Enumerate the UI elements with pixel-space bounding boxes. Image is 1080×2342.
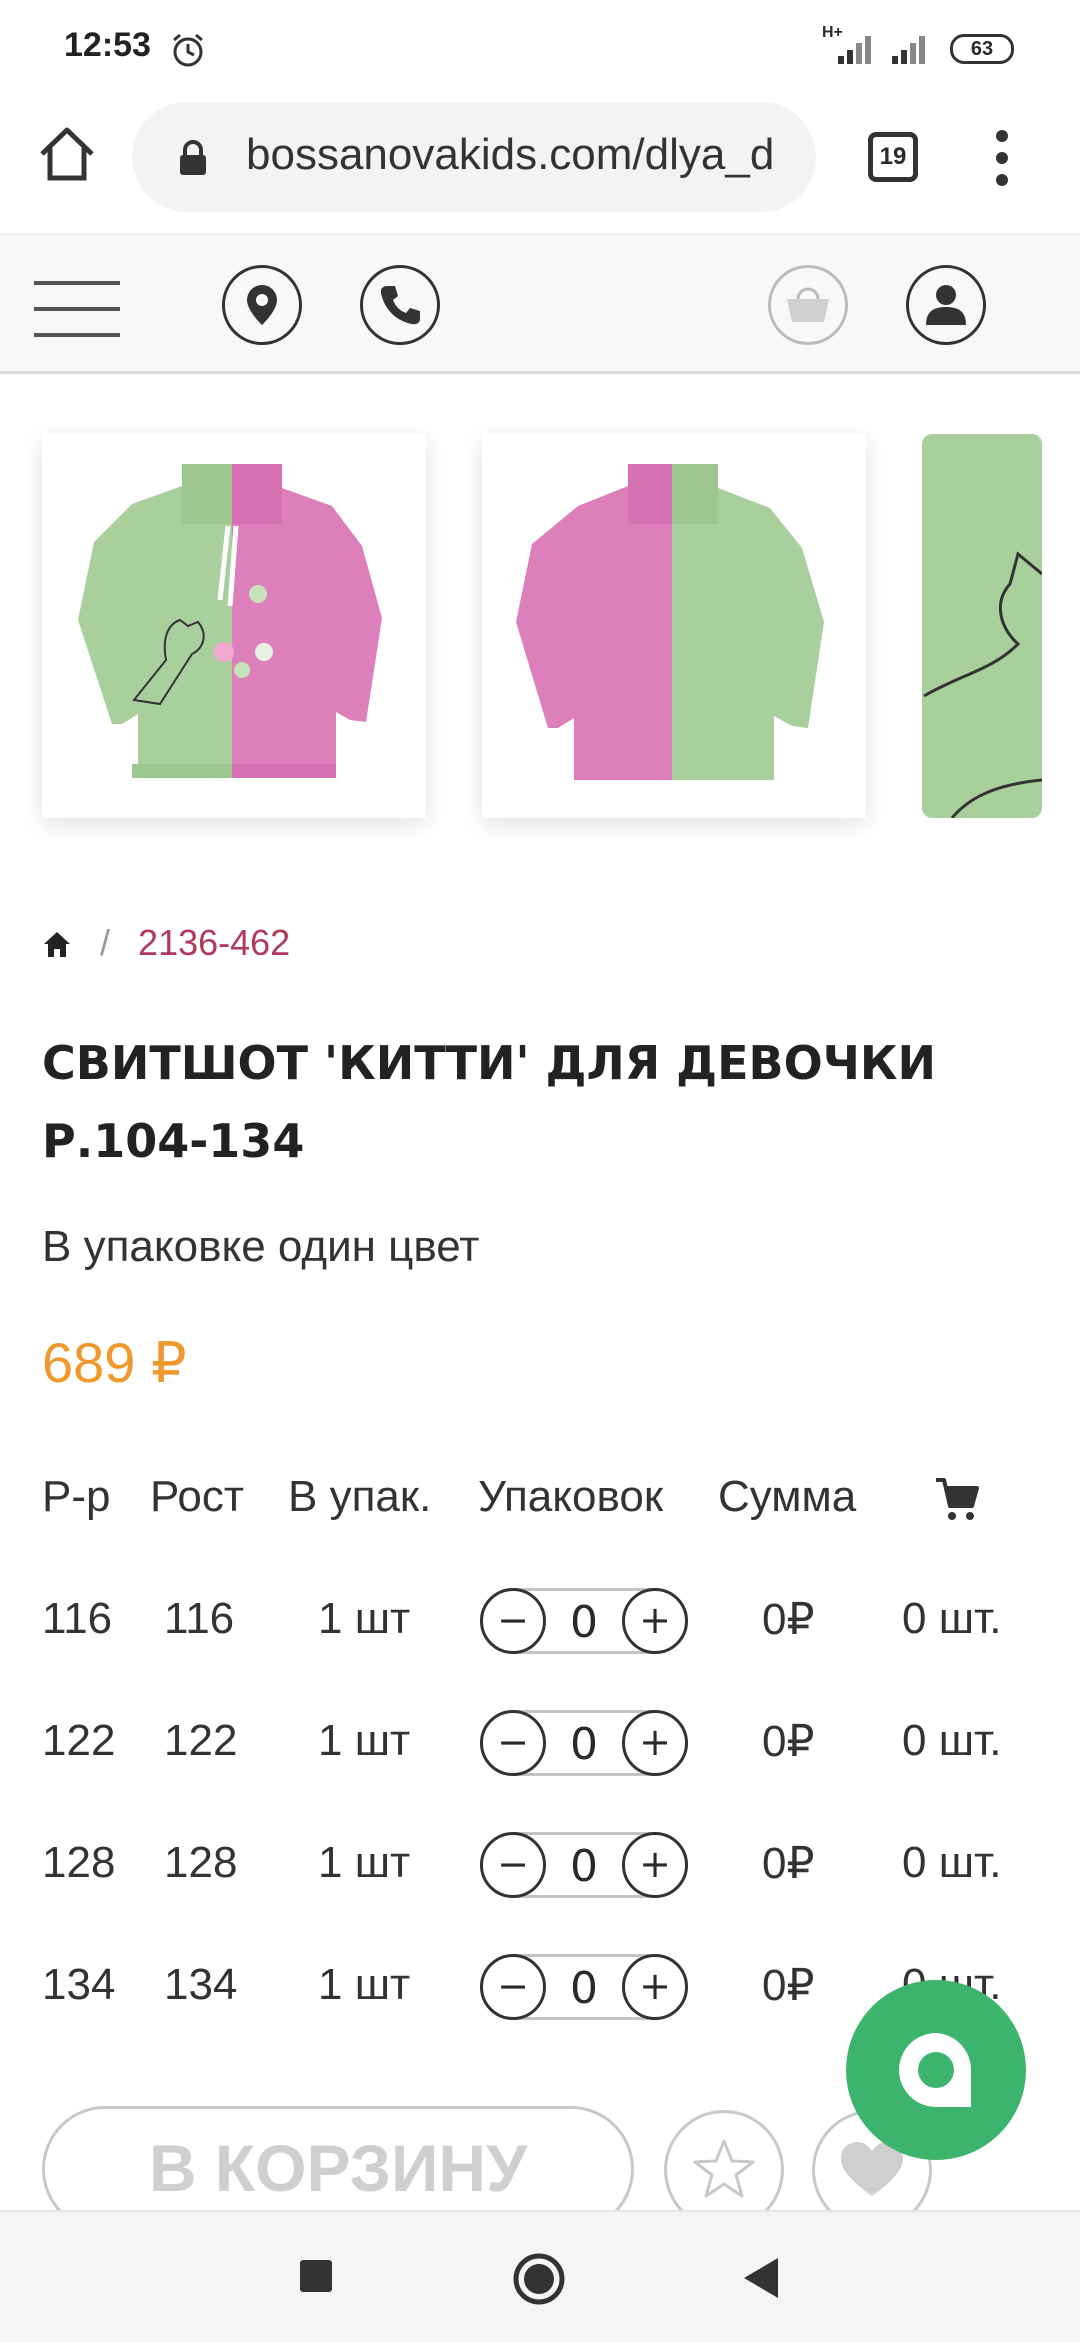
row-pack: 1 шт bbox=[318, 1716, 411, 1765]
row-count: 0 шт. bbox=[902, 1594, 1002, 1643]
signal-icon-2 bbox=[892, 36, 925, 64]
quantity-value[interactable]: 0 bbox=[549, 1719, 619, 1770]
status-time: 12:53 bbox=[64, 26, 151, 64]
row-sum: 0₽ bbox=[762, 1595, 815, 1644]
row-count: 0 шт. bbox=[902, 1838, 1002, 1887]
sweatshirt-back-image bbox=[516, 464, 824, 780]
row-count: 0 шт. bbox=[902, 1716, 1002, 1765]
home-icon[interactable] bbox=[34, 122, 100, 188]
url-bar[interactable]: bossanovakids.com/dlya_d bbox=[132, 102, 816, 212]
quantity-value[interactable]: 0 bbox=[549, 1597, 619, 1648]
row-pack: 1 шт bbox=[318, 1594, 411, 1643]
back-icon[interactable] bbox=[740, 2254, 780, 2302]
recents-icon[interactable] bbox=[296, 2256, 336, 2296]
row-size: 122 bbox=[42, 1716, 116, 1765]
account-button[interactable] bbox=[906, 265, 986, 345]
cart-icon bbox=[936, 1478, 979, 1520]
hamburger-menu-icon[interactable] bbox=[34, 281, 120, 337]
breadcrumb: / 2136-462 bbox=[42, 922, 290, 978]
battery-indicator: 63 bbox=[950, 34, 1014, 64]
row-height: 134 bbox=[164, 1960, 238, 2009]
user-icon bbox=[926, 285, 966, 325]
product-image-front[interactable] bbox=[42, 434, 426, 818]
product-image-detail[interactable] bbox=[922, 434, 1042, 818]
row-size: 134 bbox=[42, 1960, 116, 2009]
row-height: 128 bbox=[164, 1838, 238, 1887]
row-size: 128 bbox=[42, 1838, 116, 1887]
location-pin-icon bbox=[247, 285, 277, 325]
product-title: СВИТШОТ 'КИТТИ' ДЛЯ ДЕВОЧКИ Р.104-134 bbox=[42, 1036, 936, 1168]
increment-button[interactable]: + bbox=[622, 1710, 688, 1776]
shopping-basket-icon bbox=[787, 287, 829, 322]
system-nav-bar bbox=[0, 2210, 1080, 2342]
sweatshirt-front-image bbox=[78, 464, 382, 778]
product-price: 689 ₽ bbox=[42, 1331, 187, 1394]
row-sum: 0₽ bbox=[762, 1717, 815, 1766]
home-icon[interactable] bbox=[42, 929, 72, 959]
column-header-height: Рост bbox=[150, 1472, 245, 1521]
row-pack: 1 шт bbox=[318, 1838, 411, 1887]
location-button[interactable] bbox=[222, 265, 302, 345]
status-bar: 12:53 H+ 63 bbox=[0, 0, 1080, 96]
column-header-sum: Сумма bbox=[718, 1472, 857, 1521]
decrement-button[interactable]: − bbox=[480, 1710, 546, 1776]
row-height: 122 bbox=[164, 1716, 238, 1765]
column-header-packages: Упаковок bbox=[478, 1472, 664, 1521]
column-header-pack: В упак. bbox=[288, 1472, 432, 1521]
quantity-stepper: − 0 + bbox=[480, 1954, 688, 2020]
quantity-stepper: − 0 + bbox=[480, 1588, 688, 1654]
row-size: 116 bbox=[42, 1594, 113, 1643]
alarm-icon bbox=[173, 33, 203, 67]
breadcrumb-product-code[interactable]: 2136-462 bbox=[138, 922, 290, 963]
increment-button[interactable]: + bbox=[622, 1588, 688, 1654]
chat-button[interactable] bbox=[846, 1980, 1026, 2160]
cart-button[interactable] bbox=[768, 265, 848, 345]
row-pack: 1 шт bbox=[318, 1960, 411, 2009]
row-sum: 0₽ bbox=[762, 1839, 815, 1888]
site-header bbox=[0, 234, 1080, 374]
increment-button[interactable]: + bbox=[622, 1954, 688, 2020]
quantity-stepper: − 0 + bbox=[480, 1832, 688, 1898]
decrement-button[interactable]: − bbox=[480, 1954, 546, 2020]
product-gallery[interactable] bbox=[0, 400, 1080, 880]
product-image-back[interactable] bbox=[482, 434, 866, 818]
increment-button[interactable]: + bbox=[622, 1832, 688, 1898]
quantity-value[interactable]: 0 bbox=[549, 1963, 619, 2014]
home-nav-icon[interactable] bbox=[512, 2252, 566, 2306]
more-menu-icon[interactable] bbox=[994, 128, 1010, 188]
browser-toolbar: bossanovakids.com/dlya_d 19 bbox=[0, 96, 1080, 234]
product-subtitle: В упаковке один цвет bbox=[42, 1222, 480, 1271]
phone-button[interactable] bbox=[360, 265, 440, 345]
quantity-stepper: − 0 + bbox=[480, 1710, 688, 1776]
signal-icon bbox=[838, 36, 871, 64]
lock-icon bbox=[180, 140, 206, 175]
chat-bubble-icon bbox=[899, 2033, 972, 2107]
quantity-value[interactable]: 0 bbox=[549, 1841, 619, 1892]
decrement-button[interactable]: − bbox=[480, 1832, 546, 1898]
sweatshirt-detail-image bbox=[923, 551, 1042, 818]
url-text[interactable]: bossanovakids.com/dlya_d bbox=[246, 130, 802, 180]
row-height: 116 bbox=[164, 1594, 235, 1643]
tab-switcher-button[interactable]: 19 bbox=[868, 132, 918, 182]
phone-icon bbox=[380, 286, 420, 325]
column-header-size: Р-р bbox=[42, 1472, 111, 1521]
row-sum: 0₽ bbox=[762, 1961, 815, 2010]
star-icon bbox=[693, 2139, 755, 2198]
breadcrumb-separator: / bbox=[100, 922, 111, 963]
decrement-button[interactable]: − bbox=[480, 1588, 546, 1654]
